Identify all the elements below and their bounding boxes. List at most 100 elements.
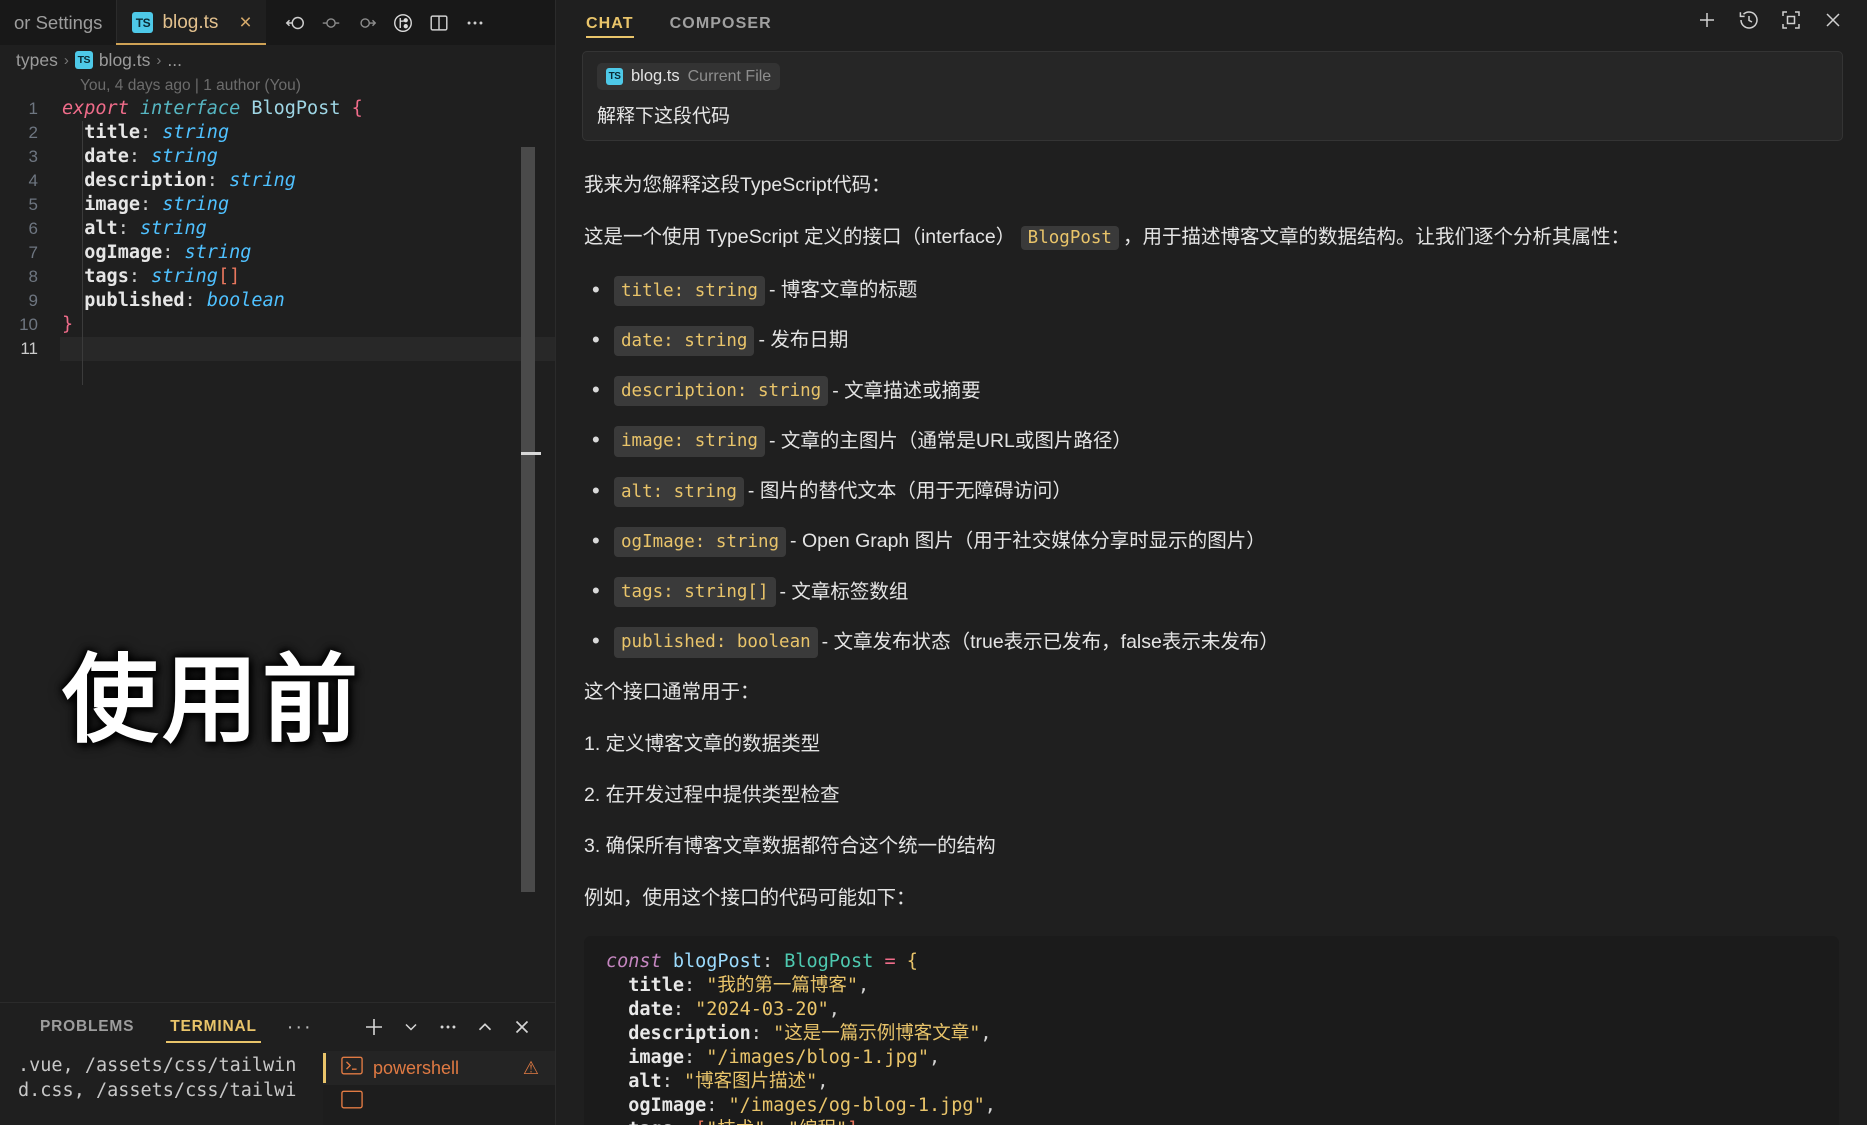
property-list-item: title: string - 博客文章的标题	[584, 276, 1839, 306]
code-line: image: "/images/blog-1.jpg",	[584, 1046, 1839, 1070]
new-chat-icon[interactable]	[1695, 8, 1719, 37]
code-token	[129, 218, 140, 239]
line-number: 6	[0, 217, 60, 241]
property-description: - 文章标签数组	[780, 578, 909, 607]
code-token: ,	[766, 1119, 788, 1125]
property-description: - 发布日期	[758, 326, 848, 355]
editor-actions	[272, 0, 498, 45]
breadcrumb-file[interactable]: blog.ts	[99, 50, 151, 71]
tab-composer[interactable]: COMPOSER	[670, 0, 772, 45]
go-back-icon[interactable]	[284, 12, 306, 34]
code-token: "这是一篇示例博客文章"	[773, 1023, 980, 1044]
code-line: 4 description: string	[0, 169, 555, 193]
prompt-text[interactable]: 解释下这段代码	[597, 101, 1828, 128]
split-editor-icon[interactable]	[428, 12, 450, 34]
code-line: const blogPost: BlogPost = {	[584, 950, 1839, 974]
code-line: tags: ["技术", "编程"],	[584, 1118, 1839, 1125]
tab-problems[interactable]: PROBLEMS	[22, 1003, 152, 1051]
code-token: [	[695, 1119, 706, 1125]
usage-list: 1. 定义博客文章的数据类型2. 在开发过程中提供类型检查3. 确保所有博客文章…	[584, 730, 1839, 862]
code-token: description	[62, 170, 207, 191]
next-change-icon[interactable]	[356, 12, 378, 34]
property-code: tags: string[]	[614, 577, 776, 607]
code-token: :	[207, 170, 218, 191]
breadcrumb-folder[interactable]: types	[16, 50, 58, 71]
close-panel-icon[interactable]	[505, 1010, 539, 1044]
code-token: export	[62, 98, 129, 119]
prompt-input-box[interactable]: TS blog.ts Current File 解释下这段代码	[582, 51, 1843, 141]
scrollbar-thumb[interactable]	[521, 452, 541, 455]
code-token	[240, 98, 251, 119]
code-line-text: title: string	[60, 121, 555, 145]
new-terminal-icon[interactable]	[357, 1010, 391, 1044]
terminal-dropdown-icon[interactable]	[394, 1010, 428, 1044]
panel-more-icon[interactable]	[431, 1010, 465, 1044]
ts-file-icon: TS	[606, 68, 623, 85]
code-token: published	[62, 290, 185, 311]
more-actions-icon[interactable]	[464, 12, 486, 34]
tab-chat[interactable]: CHAT	[586, 0, 634, 45]
breadcrumb[interactable]: types › TS blog.ts › ...	[0, 45, 555, 75]
code-token: string	[151, 266, 218, 287]
code-token: :	[673, 1119, 695, 1125]
context-chip-blog-ts[interactable]: TS blog.ts Current File	[597, 63, 780, 90]
code-token	[140, 266, 151, 287]
example-code-lines: const blogPost: BlogPost = { title: "我的第…	[584, 950, 1839, 1125]
terminal-item-secondary[interactable]	[323, 1085, 555, 1119]
usage-list-item: 2. 在开发过程中提供类型检查	[584, 781, 1839, 810]
terminal-output[interactable]: .vue, /assets/css/tailwin d.css, /assets…	[0, 1051, 323, 1125]
context-chip-label: Current File	[688, 68, 772, 86]
code-token: "我的第一篇博客"	[706, 975, 858, 996]
code-token: ,	[858, 1119, 869, 1125]
chat-pane: CHAT COMPOSER	[555, 0, 1867, 1125]
code-line: 5 image: string	[0, 193, 555, 217]
code-token: alt	[606, 1071, 662, 1092]
usage-heading: 这个接口通常用于：	[584, 678, 1839, 707]
editor-tab-bar: or Settings TS blog.ts ×	[0, 0, 555, 45]
code-line: 6 alt: string	[0, 217, 555, 241]
editor-tab-blog-ts[interactable]: TS blog.ts ×	[116, 0, 265, 45]
code-line-text: export interface BlogPost {	[60, 97, 555, 121]
maximize-chat-icon[interactable]	[1779, 8, 1803, 37]
property-list-item: tags: string[] - 文章标签数组	[584, 577, 1839, 607]
code-token: []	[218, 266, 240, 287]
code-token	[662, 951, 673, 972]
tab-terminal[interactable]: TERMINAL	[152, 1003, 274, 1051]
panel-more-tabs-icon[interactable]: ···	[275, 1003, 325, 1051]
editor-tab-settings[interactable]: or Settings	[0, 0, 116, 45]
maximize-panel-icon[interactable]	[468, 1010, 502, 1044]
line-number: 3	[0, 145, 60, 169]
line-number: 9	[0, 289, 60, 313]
inline-code-blogpost: BlogPost	[1021, 226, 1119, 250]
example-code-block[interactable]: const blogPost: BlogPost = { title: "我的第…	[584, 936, 1839, 1125]
editor-scrollbar[interactable]	[521, 147, 535, 892]
editor-tab-settings-label: or Settings	[14, 12, 102, 34]
example-heading: 例如，使用这个接口的代码可能如下：	[584, 884, 1839, 913]
code-token	[151, 194, 162, 215]
source-control-icon[interactable]	[392, 12, 414, 34]
code-editor[interactable]: 1export interface BlogPost {2 title: str…	[0, 97, 555, 1002]
close-icon[interactable]: ×	[239, 12, 251, 33]
code-token: string	[162, 194, 229, 215]
code-token: ]	[847, 1119, 858, 1125]
close-chat-icon[interactable]	[1821, 8, 1845, 37]
breadcrumb-symbol[interactable]: ...	[167, 50, 182, 71]
watermark-text: 使用前	[62, 652, 362, 748]
code-token: :	[762, 951, 784, 972]
terminal-item-powershell[interactable]: powershell ⚠	[323, 1051, 555, 1085]
previous-change-icon[interactable]	[320, 12, 342, 34]
history-icon[interactable]	[1737, 8, 1761, 37]
property-description: - 图片的替代文本（用于无障碍访问）	[748, 477, 1072, 506]
code-token: ogImage	[606, 1095, 706, 1116]
chevron-right-icon: ›	[64, 52, 69, 69]
code-token: :	[140, 194, 151, 215]
usage-list-item: 1. 定义博客文章的数据类型	[584, 730, 1839, 759]
property-list: title: string - 博客文章的标题 date: string - 发布…	[584, 276, 1839, 658]
property-code: date: string	[614, 326, 754, 356]
code-line: 7 ogImage: string	[0, 241, 555, 265]
code-token: :	[129, 146, 140, 167]
code-token: alt	[62, 218, 118, 239]
code-token: date	[62, 146, 129, 167]
property-list-item: date: string - 发布日期	[584, 326, 1839, 356]
code-token: :	[673, 999, 695, 1020]
